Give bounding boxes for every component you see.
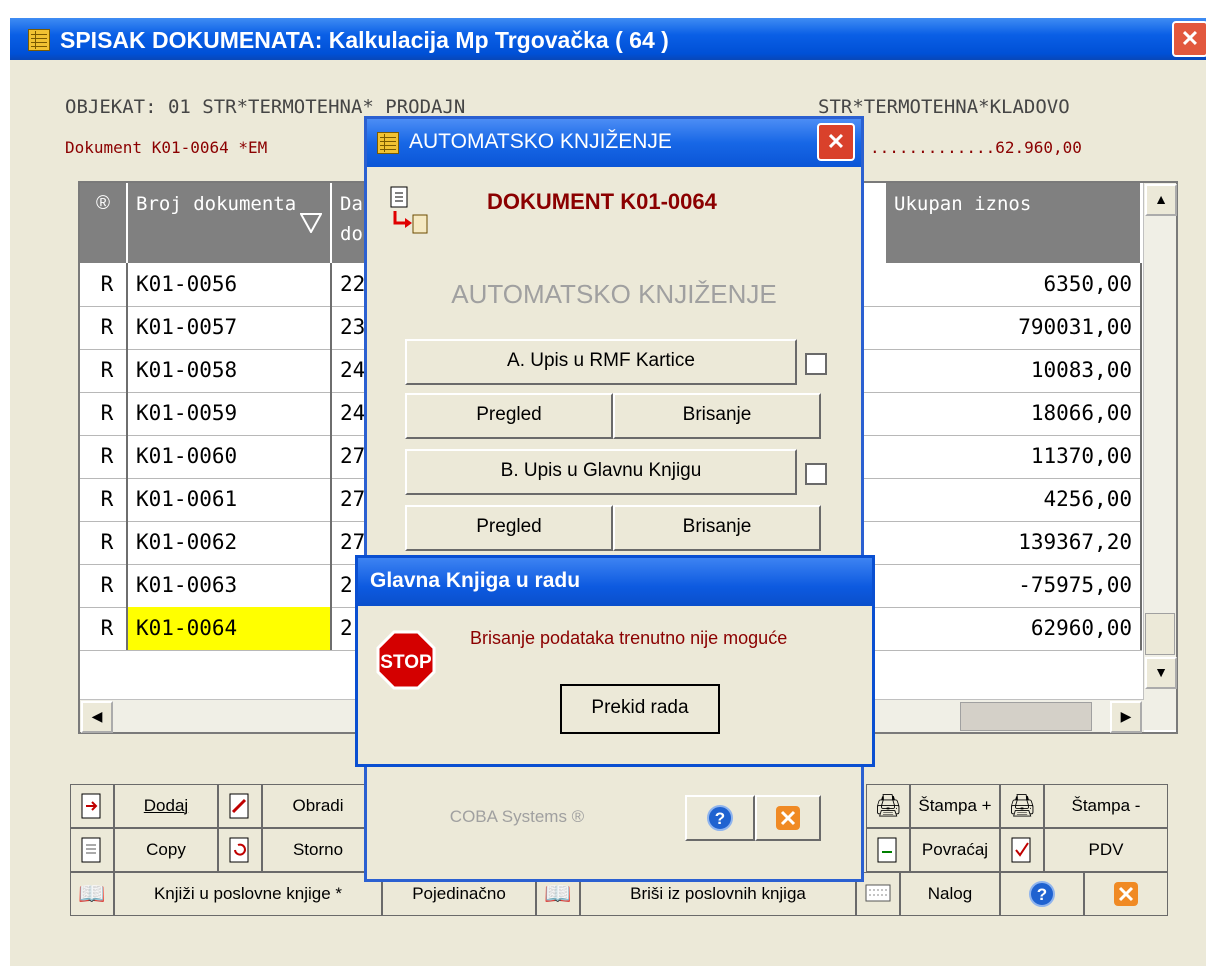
dokument-total: .............62.960,00 <box>870 138 1082 157</box>
cell-broj-dokumenta[interactable]: K01-0058 <box>128 349 332 392</box>
book-icon[interactable]: 📖 <box>70 872 114 916</box>
header-ukupan-iznos[interactable]: Ukupan iznos <box>886 183 1142 263</box>
cell-broj-dokumenta[interactable]: K01-0060 <box>128 435 332 478</box>
cell-ukupan-iznos[interactable]: 790031,00 <box>886 306 1142 349</box>
pregled-a-button[interactable]: Pregled <box>405 393 613 439</box>
upis-glavna-knjiga-button[interactable]: B. Upis u Glavnu Knjigu <box>405 449 797 495</box>
cell-flag[interactable]: R <box>80 263 128 306</box>
nalog-button[interactable]: Nalog <box>900 872 1000 916</box>
brisanje-b-button[interactable]: Brisanje <box>613 505 821 551</box>
cell-flag[interactable]: R <box>80 435 128 478</box>
obradi-button[interactable]: Obradi <box>262 784 374 828</box>
main-title-bar: SPISAK DOKUMENATA: Kalkulacija Mp Trgova… <box>10 18 1206 60</box>
cell-flag[interactable]: R <box>80 392 128 435</box>
header-flag[interactable]: ® <box>80 183 128 263</box>
document-label: DOKUMENT K01-0064 <box>487 189 717 214</box>
svg-text:?: ? <box>1037 885 1047 904</box>
cell-broj-dokumenta[interactable]: K01-0061 <box>128 478 332 521</box>
cell-ukupan-iznos[interactable]: -75975,00 <box>886 564 1142 607</box>
exit-icon[interactable] <box>1084 872 1168 916</box>
print-plus-icon[interactable]: 🖨 <box>866 784 910 828</box>
cell-flag[interactable]: R <box>80 306 128 349</box>
cell-ukupan-iznos[interactable]: 4256,00 <box>886 478 1142 521</box>
storno-button[interactable]: Storno <box>262 828 374 872</box>
cell-ukupan-iznos[interactable]: 139367,20 <box>886 521 1142 564</box>
automatsko-heading: AUTOMATSKO KNJIŽENJE <box>451 279 777 309</box>
knjizi-button[interactable]: Knjiži u poslovne knjige * <box>114 872 382 916</box>
rmf-checkbox[interactable] <box>805 353 827 375</box>
pregled-b-button[interactable]: Pregled <box>405 505 613 551</box>
vertical-scrollbar[interactable]: ▲ ▼ <box>1143 183 1177 730</box>
svg-text:?: ? <box>715 809 725 828</box>
automatsko-knjizenje-dialog: AUTOMATSKO KNJIŽENJE ✕ DOKUMENT K01-0064… <box>364 116 864 882</box>
close-button[interactable]: ✕ <box>817 123 855 161</box>
glavna-title: Glavna Knjiga u radu <box>370 569 581 592</box>
dokument-line: Dokument K01-0064 *EM <box>65 138 268 157</box>
cell-flag[interactable]: R <box>80 349 128 392</box>
storno-icon[interactable] <box>218 828 262 872</box>
cell-flag[interactable]: R <box>80 521 128 564</box>
cell-broj-dokumenta[interactable]: K01-0059 <box>128 392 332 435</box>
add-icon[interactable] <box>70 784 114 828</box>
checkmark-icon[interactable] <box>1000 828 1044 872</box>
cell-flag[interactable]: R <box>80 607 128 650</box>
scroll-left-icon[interactable]: ◀ <box>81 701 113 733</box>
scroll-down-icon[interactable]: ▼ <box>1145 657 1177 689</box>
exit-button[interactable] <box>755 795 821 841</box>
scroll-right-icon[interactable]: ▶ <box>1110 701 1142 733</box>
automatsko-title-bar: AUTOMATSKO KNJIŽENJE ✕ <box>367 119 861 167</box>
cell-ukupan-iznos[interactable]: 11370,00 <box>886 435 1142 478</box>
glavna-knjiga-checkbox[interactable] <box>805 463 827 485</box>
automatsko-title: AUTOMATSKO KNJIŽENJE <box>409 130 672 153</box>
cell-broj-dokumenta[interactable]: K01-0062 <box>128 521 332 564</box>
document-book-icon <box>390 186 428 234</box>
povracaj-button[interactable]: Povraćaj <box>910 828 1000 872</box>
cell-flag[interactable]: R <box>80 564 128 607</box>
scroll-up-icon[interactable]: ▲ <box>1145 184 1177 216</box>
help-icon[interactable]: ? <box>1000 872 1084 916</box>
cell-ukupan-iznos[interactable]: 6350,00 <box>886 263 1142 306</box>
svg-text:STOP: STOP <box>380 652 432 673</box>
close-button[interactable]: ✕ <box>1172 21 1206 57</box>
copy-button[interactable]: Copy <box>114 828 218 872</box>
table-icon <box>377 132 399 154</box>
return-icon[interactable] <box>866 828 910 872</box>
objekat-line: OBJEKAT: 01 STR*TERMOTEHNA* PRODAJN <box>65 96 466 118</box>
table-icon <box>28 29 50 51</box>
print-minus-icon[interactable]: 🖨 <box>1000 784 1044 828</box>
prekid-rada-button[interactable]: Prekid rada <box>560 684 720 734</box>
cell-flag[interactable]: R <box>80 478 128 521</box>
help-icon: ? <box>707 805 733 831</box>
glavna-title-bar: Glavna Knjiga u radu <box>358 558 872 606</box>
sort-triangle-icon <box>300 213 322 233</box>
stampa-minus-button[interactable]: Štampa - <box>1044 784 1168 828</box>
cell-broj-dokumenta[interactable]: K01-0056 <box>128 263 332 306</box>
scroll-thumb[interactable] <box>1145 613 1175 655</box>
edit-document-icon[interactable] <box>218 784 262 828</box>
main-window-title: SPISAK DOKUMENATA: Kalkulacija Mp Trgova… <box>60 27 669 53</box>
copy-icon[interactable] <box>70 828 114 872</box>
help-button[interactable]: ? <box>685 795 755 841</box>
stop-icon: STOP <box>376 630 436 690</box>
coba-footer: COBA Systems ® <box>449 807 585 826</box>
cell-broj-dokumenta[interactable]: K01-0064 <box>128 607 332 650</box>
dodaj-button[interactable]: Dodaj <box>114 784 218 828</box>
cell-ukupan-iznos[interactable]: 62960,00 <box>886 607 1142 650</box>
cell-broj-dokumenta[interactable]: K01-0063 <box>128 564 332 607</box>
glavna-message: Brisanje podataka trenutno nije moguće <box>470 628 788 648</box>
exit-icon <box>776 806 800 830</box>
cell-ukupan-iznos[interactable]: 10083,00 <box>886 349 1142 392</box>
cell-ukupan-iznos[interactable]: 18066,00 <box>886 392 1142 435</box>
cell-broj-dokumenta[interactable]: K01-0057 <box>128 306 332 349</box>
pdv-button[interactable]: PDV <box>1044 828 1168 872</box>
upis-rmf-kartice-button[interactable]: A. Upis u RMF Kartice <box>405 339 797 385</box>
stampa-plus-button[interactable]: Štampa + <box>910 784 1000 828</box>
header-broj-dokumenta[interactable]: Broj dokumenta <box>128 183 332 263</box>
brisanje-a-button[interactable]: Brisanje <box>613 393 821 439</box>
objekat-location: STR*TERMOTEHNA*KLADOVO <box>818 96 1070 118</box>
hscroll-thumb[interactable] <box>960 702 1092 731</box>
glavna-knjiga-dialog: Glavna Knjiga u radu STOP Brisanje podat… <box>355 555 875 767</box>
